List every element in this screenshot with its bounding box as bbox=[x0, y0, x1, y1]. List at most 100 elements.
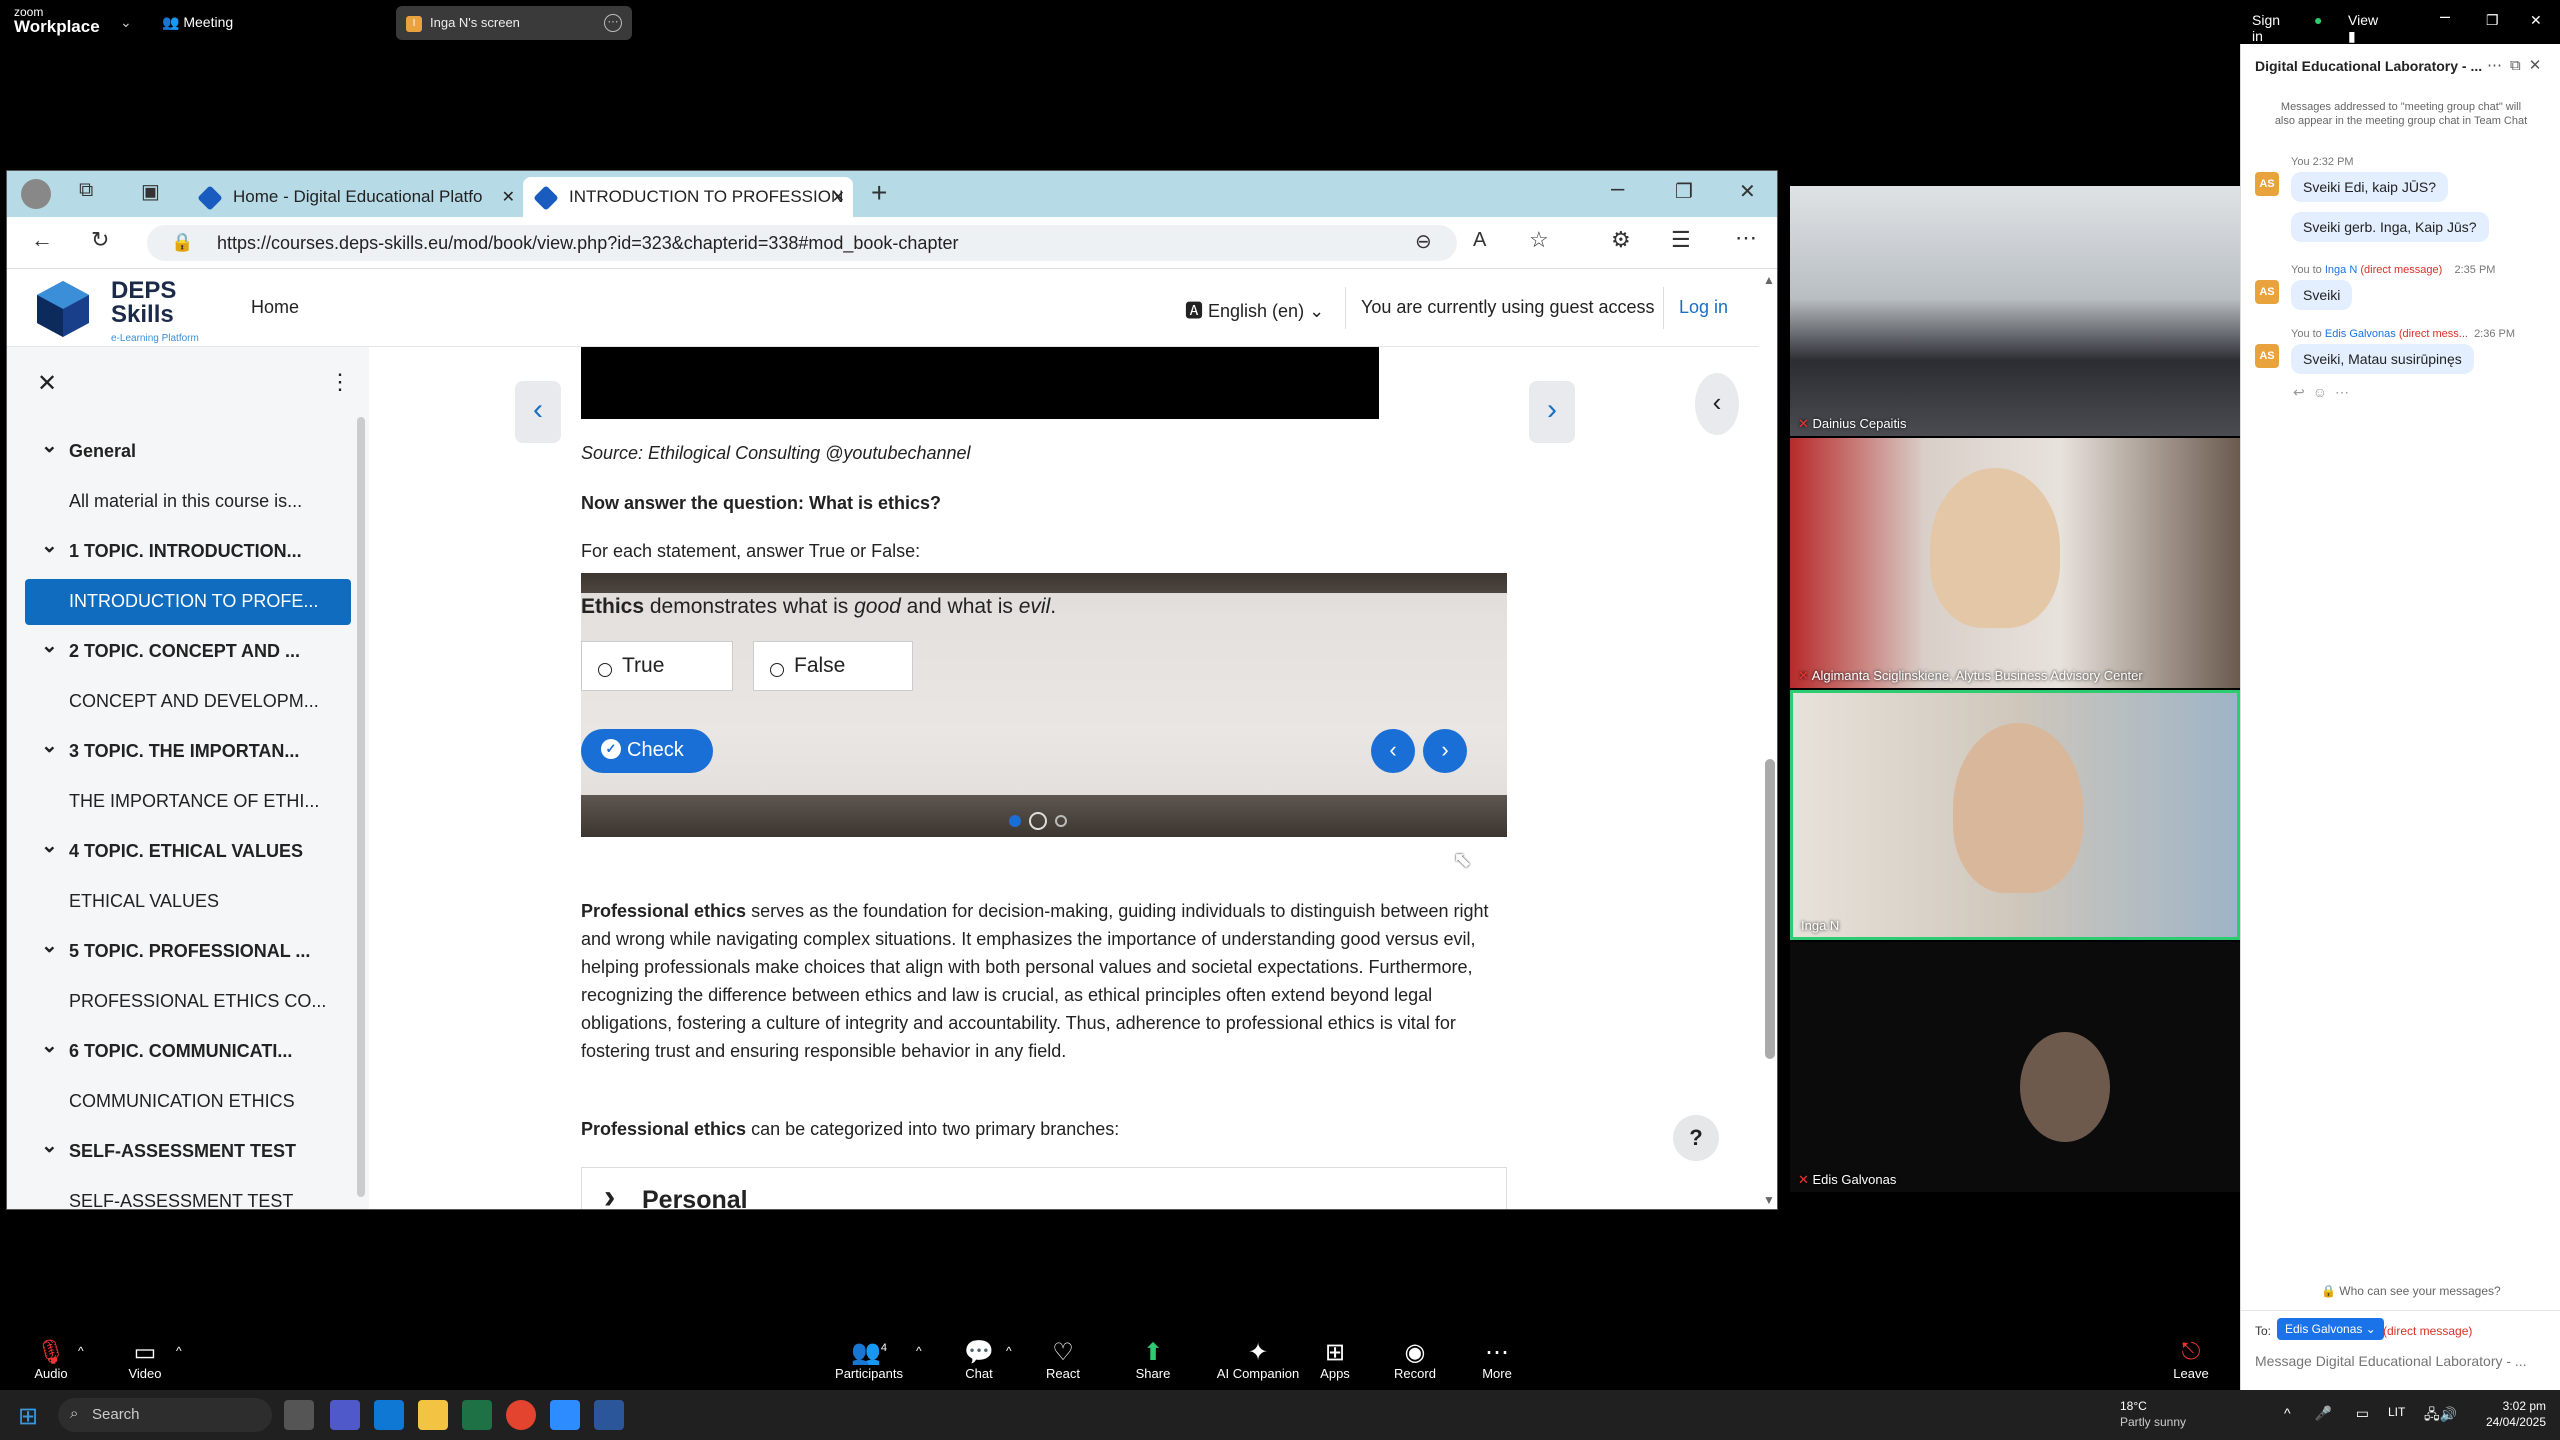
open-block-drawer-button[interactable]: ‹ bbox=[1695, 373, 1739, 435]
close-icon[interactable]: ✕ bbox=[2530, 12, 2542, 29]
next-chapter-button[interactable]: › bbox=[1529, 381, 1575, 443]
sidebar-item-active[interactable]: INTRODUCTION TO PROFE... bbox=[25, 579, 351, 625]
favorites-icon[interactable]: ☰ bbox=[1671, 227, 1691, 253]
quiz-prev-button[interactable]: ‹ bbox=[1371, 729, 1415, 773]
sign-in-link[interactable]: Sign in bbox=[2252, 12, 2280, 44]
sidebar-item[interactable]: PROFESSIONAL ETHICS CO... bbox=[25, 979, 351, 1025]
sidebar-item-general[interactable]: General bbox=[25, 429, 351, 475]
meeting-menu[interactable]: 👥 Meeting bbox=[162, 14, 233, 31]
taskbar-search[interactable]: ⌕ Search bbox=[58, 1398, 272, 1432]
read-aloud-icon[interactable]: A bbox=[1473, 229, 1486, 252]
windows-start-icon[interactable]: ⊞ bbox=[18, 1402, 38, 1431]
scroll-down-icon[interactable]: ▼ bbox=[1763, 1193, 1775, 1207]
language-selector[interactable]: 🅰 English (en) ⌄ bbox=[1185, 297, 1324, 323]
progress-dot-current[interactable] bbox=[1029, 812, 1047, 830]
more-button[interactable]: ⋯ More bbox=[1452, 1338, 1542, 1381]
apps-button[interactable]: ⊞ Apps bbox=[1290, 1338, 1380, 1381]
sidebar-scrollbar[interactable] bbox=[357, 417, 365, 1197]
deps-logo-icon[interactable] bbox=[31, 277, 95, 341]
prev-chapter-button[interactable]: ‹ bbox=[515, 381, 561, 443]
input-language[interactable]: LIT bbox=[2388, 1405, 2405, 1419]
chat-message[interactable]: Sveiki, Matau susirūpinęs bbox=[2291, 344, 2474, 374]
leave-button[interactable]: ⎋ Leave bbox=[2146, 1338, 2236, 1381]
sidebar-item-topic-4[interactable]: 4 TOPIC. ETHICAL VALUES bbox=[25, 829, 351, 875]
sidebar-item[interactable]: COMMUNICATION ETHICS bbox=[25, 1079, 351, 1125]
sidebar-item[interactable]: ETHICAL VALUES bbox=[25, 879, 351, 925]
scroll-thumb[interactable] bbox=[1765, 759, 1775, 1059]
restore-icon[interactable]: ❐ bbox=[2486, 12, 2499, 29]
word-icon[interactable] bbox=[594, 1400, 624, 1430]
back-icon[interactable]: ← bbox=[31, 227, 53, 253]
minimize-icon[interactable]: – bbox=[2440, 6, 2450, 27]
page-scrollbar[interactable]: ▲ ▼ bbox=[1759, 269, 1777, 1209]
sidebar-item-topic-1[interactable]: 1 TOPIC. INTRODUCTION... bbox=[25, 529, 351, 575]
system-tray[interactable]: ^ 🎤 ▭ bbox=[2284, 1405, 2379, 1422]
close-icon[interactable]: ✕ bbox=[37, 369, 57, 398]
chat-message[interactable]: Sveiki bbox=[2291, 280, 2353, 310]
video-tile[interactable]: ✕ Edis Galvonas bbox=[1790, 942, 2240, 1192]
video-tile[interactable]: ✕ Algimanta Sciglinskiene, Alytus Busine… bbox=[1790, 438, 2240, 688]
record-button[interactable]: ◉ Record bbox=[1370, 1338, 1460, 1381]
chevron-up-icon[interactable]: ^ bbox=[176, 1344, 182, 1358]
chevron-down-icon[interactable]: ⌄ bbox=[120, 14, 132, 31]
close-tab-icon[interactable]: ✕ bbox=[502, 187, 515, 207]
refresh-icon[interactable]: ↻ bbox=[91, 227, 109, 253]
message-actions[interactable]: ↩☺⋯ bbox=[2293, 384, 2357, 401]
taskbar-clock[interactable]: 3:02 pm 24/04/2025 bbox=[2470, 1398, 2546, 1430]
sidebar-item[interactable]: All material in this course is... bbox=[25, 479, 351, 525]
restore-icon[interactable]: ❐ bbox=[1675, 179, 1693, 204]
true-option[interactable]: True bbox=[581, 641, 733, 691]
site-brand[interactable]: DEPS Skills e-Learning Platform bbox=[111, 279, 199, 351]
react-button[interactable]: ♡ React bbox=[1018, 1338, 1108, 1381]
video-tile[interactable]: ✕ Dainius Cepaitis bbox=[1790, 186, 2240, 436]
chat-message[interactable]: Sveiki gerb. Inga, Kaip Jūs? bbox=[2291, 212, 2489, 242]
profile-avatar[interactable] bbox=[21, 179, 51, 209]
share-button[interactable]: ⬆ Share bbox=[1108, 1338, 1198, 1381]
video-embed[interactable] bbox=[581, 347, 1379, 419]
chat-header-actions[interactable]: ⋯⧉✕ bbox=[2487, 56, 2549, 74]
zoom-app-icon[interactable] bbox=[550, 1400, 580, 1430]
outlook-icon[interactable] bbox=[374, 1400, 404, 1430]
login-link[interactable]: Log in bbox=[1679, 297, 1728, 318]
chrome-icon[interactable] bbox=[506, 1400, 536, 1430]
chat-message-input[interactable] bbox=[2255, 1350, 2551, 1372]
chevron-up-icon[interactable]: ^ bbox=[1006, 1344, 1012, 1358]
new-tab-icon[interactable]: + bbox=[871, 177, 887, 209]
false-option[interactable]: False bbox=[753, 641, 913, 691]
view-button[interactable]: View ▮ bbox=[2348, 12, 2378, 45]
scroll-up-icon[interactable]: ▲ bbox=[1763, 273, 1775, 287]
sidebar-item[interactable]: SELF-ASSESSMENT TEST bbox=[25, 1179, 351, 1209]
help-button[interactable]: ? bbox=[1673, 1115, 1719, 1161]
close-icon[interactable]: ✕ bbox=[1739, 179, 1756, 204]
kebab-menu-icon[interactable]: ⋮ bbox=[329, 369, 351, 395]
favorite-star-icon[interactable]: ☆ bbox=[1529, 227, 1549, 253]
more-options-icon[interactable]: ⋯ bbox=[604, 14, 622, 32]
sidebar-item-topic-2[interactable]: 2 TOPIC. CONCEPT AND ... bbox=[25, 629, 351, 675]
minimize-icon[interactable]: – bbox=[1611, 175, 1624, 203]
close-tab-icon[interactable]: ✕ bbox=[832, 187, 845, 207]
more-menu-icon[interactable]: ⋯ bbox=[1735, 225, 1757, 251]
sidebar-item-self-assessment[interactable]: SELF-ASSESSMENT TEST bbox=[25, 1129, 351, 1175]
participants-button[interactable]: 👥4 Participants bbox=[824, 1338, 914, 1381]
file-explorer-icon[interactable] bbox=[418, 1400, 448, 1430]
sidebar-item[interactable]: THE IMPORTANCE OF ETHI... bbox=[25, 779, 351, 825]
nav-home[interactable]: Home bbox=[251, 297, 299, 318]
teams-icon[interactable] bbox=[330, 1400, 360, 1430]
sidebar-item[interactable]: CONCEPT AND DEVELOPM... bbox=[25, 679, 351, 725]
sidebar-item-topic-6[interactable]: 6 TOPIC. COMMUNICATI... bbox=[25, 1029, 351, 1075]
progress-dot[interactable] bbox=[1055, 815, 1067, 827]
extensions-icon[interactable]: ⚙ bbox=[1611, 227, 1631, 253]
progress-dot[interactable] bbox=[1009, 815, 1021, 827]
workspaces-icon[interactable]: ⧉ bbox=[79, 179, 93, 202]
who-can-see-link[interactable]: 🔒 Who can see your messages? bbox=[2321, 1284, 2501, 1298]
network-volume-icons[interactable]: 🖧🔊 bbox=[2424, 1404, 2457, 1428]
chevron-up-icon[interactable]: ^ bbox=[916, 1344, 922, 1358]
recipient-dropdown[interactable]: Edis Galvonas ⌄ bbox=[2277, 1318, 2384, 1340]
video-tile-active-speaker[interactable]: Inga N bbox=[1790, 690, 2240, 940]
check-button[interactable]: Check bbox=[581, 729, 713, 773]
zoom-out-icon[interactable]: ⊖ bbox=[1415, 229, 1432, 254]
weather-widget[interactable]: 18°C Partly sunny bbox=[2120, 1398, 2186, 1430]
task-view-icon[interactable] bbox=[284, 1400, 314, 1430]
shared-screen-tab[interactable]: I Inga N's screen ⋯ bbox=[396, 6, 632, 40]
chevron-up-icon[interactable]: ^ bbox=[78, 1344, 84, 1358]
